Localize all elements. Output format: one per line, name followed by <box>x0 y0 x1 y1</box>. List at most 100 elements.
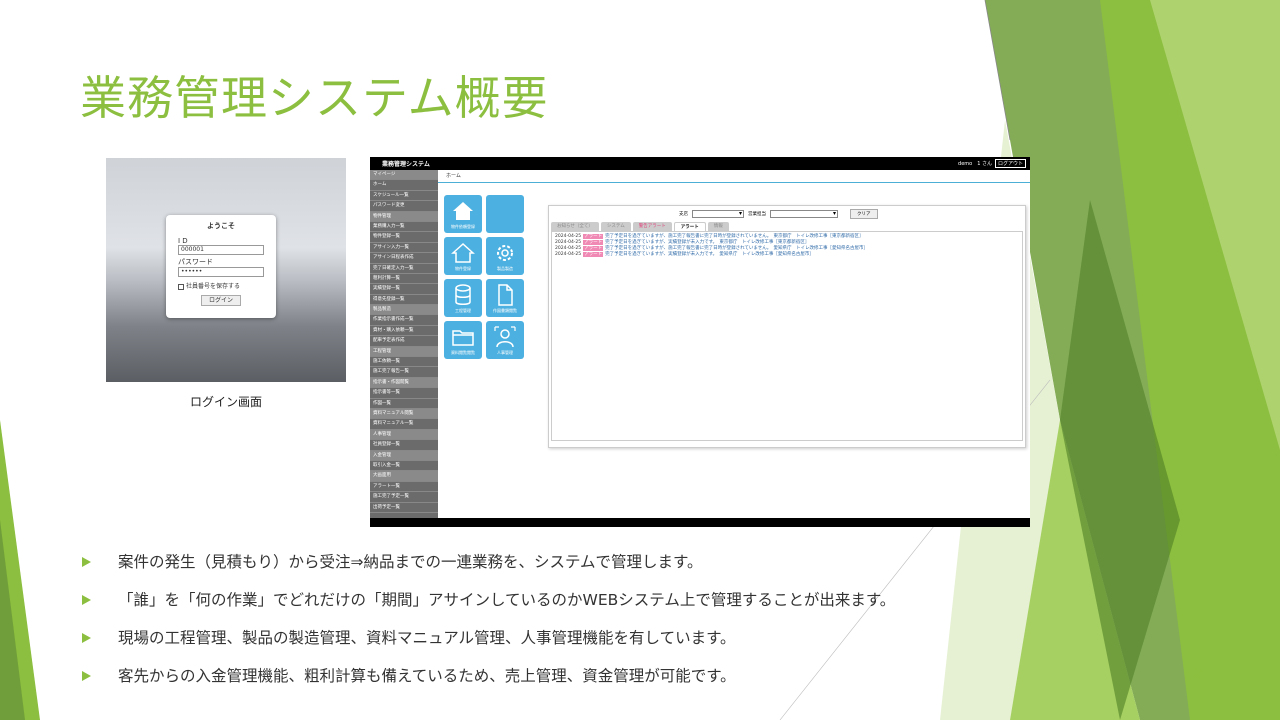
page-number: 2 <box>1193 664 1204 683</box>
sidebar-item[interactable]: 施工依頼一覧 <box>370 357 438 368</box>
sidebar-item[interactable]: 入金管理 <box>370 450 438 461</box>
sidebar-item[interactable]: 物件登録一覧 <box>370 232 438 243</box>
sidebar-item[interactable]: 指示書・作図閲覧 <box>370 377 438 389</box>
sidebar-item[interactable]: 実績登録一覧 <box>370 284 438 295</box>
notice-panel: 支店 営業担当 クリア お知らせ（全て）システム警告アラートアラート情報 202… <box>548 205 1026 448</box>
sidebar-item[interactable]: アサイン日程表作成 <box>370 253 438 264</box>
alert-tag: アラート <box>583 246 604 251</box>
app-name: 業務管理システム <box>382 161 430 168</box>
sidebar-item[interactable]: 大画面用 <box>370 471 438 482</box>
slide-title: 業務管理システム概要 <box>80 71 549 125</box>
alert-date: 2024-04-25 <box>555 252 582 257</box>
bullet-text: 案件の発生（見積もり）から受注⇒納品までの一連業務を、システムで管理します。 <box>118 553 703 571</box>
branch-label: 支店 <box>679 212 688 217</box>
clear-button[interactable]: クリア <box>850 209 878 219</box>
sidebar-item[interactable]: 製品製造 <box>370 305 438 316</box>
alert-tag: アラート <box>583 240 604 245</box>
tile-folder[interactable]: 資料閲覧閲覧 <box>444 321 482 359</box>
tile-label: 工程管理 <box>455 308 471 313</box>
user-info: demo 1 さん ログアウト <box>958 159 1026 168</box>
tab-bar: お知らせ（全て） システム 警告アラート アラート 情報 <box>551 222 729 231</box>
sidebar-item[interactable]: 完了日確定入力一覧 <box>370 264 438 274</box>
sidebar-item[interactable]: 工程管理 <box>370 346 438 358</box>
tile-blank[interactable] <box>486 195 524 233</box>
blank-icon <box>493 199 517 223</box>
user-name: demo 1 さん <box>958 161 992 167</box>
sidebar-item[interactable]: 粗利計算一覧 <box>370 274 438 285</box>
checkbox-icon[interactable] <box>178 283 184 290</box>
sales-select[interactable] <box>770 210 838 218</box>
tile-database[interactable]: 工程管理 <box>444 279 482 317</box>
sidebar-item[interactable]: 指示書等一覧 <box>370 388 438 399</box>
bullet-item: 客先からの入金管理機能、粗利計算も備えているため、売上管理、資金管理が可能です。 <box>82 666 1062 704</box>
tile-label: 製品製造 <box>497 266 513 271</box>
tile-home[interactable]: 物件依頼登録 <box>444 195 482 233</box>
sidebar-item[interactable]: 業務購入力一覧 <box>370 222 438 233</box>
app-header: 業務管理システム demo 1 さん ログアウト <box>370 157 1030 170</box>
login-caption: ログイン画面 <box>189 395 262 409</box>
sidebar-item[interactable]: 得意先登録一覧 <box>370 295 438 306</box>
sidebar-item[interactable]: 作図一覧 <box>370 399 438 409</box>
password-field[interactable]: •••••• <box>178 267 264 277</box>
sidebar-item[interactable]: 物件管理 <box>370 211 438 222</box>
tile-label: 物件登録 <box>455 266 471 271</box>
sidebar-item[interactable]: 資材・購入依頼一覧 <box>370 326 438 337</box>
alert-message[interactable]: 完了予定日を過ぎていますが、施工完了報告書に完了日時が登録されていません。 東京… <box>605 234 863 239</box>
alert-message[interactable]: 完了予定日を過ぎていますが、実績登録が未入力です。 東京都庁 トイレ改修工事［東… <box>605 240 809 245</box>
filter-bar: 支店 営業担当 クリア <box>679 209 878 219</box>
sidebar-item[interactable]: ホーム <box>370 180 438 191</box>
sidebar-item[interactable]: 施工完了報告一覧 <box>370 367 438 378</box>
bullet-arrow-icon <box>82 633 91 643</box>
breadcrumb[interactable]: ホーム <box>438 170 1030 183</box>
sidebar-item[interactable]: アラート一覧 <box>370 482 438 493</box>
branch-select[interactable] <box>692 210 744 218</box>
database-icon <box>455 284 471 305</box>
tab[interactable]: 情報 <box>707 222 729 231</box>
sidebar-item[interactable]: 資料マニュアル閲覧 <box>370 408 438 420</box>
password-label: パスワード <box>178 258 213 266</box>
sidebar: マイページ ホーム スケジュール一覧 パスワード変更 物件管理 業務購入力一覧 物件登録一覧… <box>370 170 438 518</box>
sidebar-item[interactable]: アサイン入力一覧 <box>370 243 438 254</box>
tile-document[interactable]: 作図書類閲覧 <box>486 279 524 317</box>
alert-message[interactable]: 完了予定日を過ぎていますが、実績登録が未入力です。 愛知県庁 トイレ改修工事［愛… <box>605 252 814 257</box>
sidebar-item[interactable]: 作業指示書作成一覧 <box>370 315 438 326</box>
tile-gear[interactable]: 製品製造 <box>486 237 524 275</box>
sidebar-item[interactable]: 施工完了予定一覧 <box>370 492 438 503</box>
tile-label: 物件依頼登録 <box>451 224 475 229</box>
tab[interactable]: システム <box>600 222 631 231</box>
sidebar-item[interactable]: パスワード変更 <box>370 201 438 212</box>
alert-list: 2024-04-25 アラート 完了予定日を過ぎていますが、施工完了報告書に完了日時… <box>551 231 1023 441</box>
tile-label: 人事管理 <box>497 350 513 355</box>
tab[interactable]: 警告アラート <box>632 222 672 231</box>
bullet-arrow-icon <box>82 671 91 681</box>
alert-message[interactable]: 完了予定日を過ぎていますが、施工完了報告書に完了日時が登録されていません。 愛知… <box>605 246 868 251</box>
logout-button[interactable]: ログアウト <box>994 159 1026 168</box>
tile-house-outline[interactable]: 物件登録 <box>444 237 482 275</box>
folder-icon <box>452 330 474 346</box>
house-outline-icon <box>451 242 475 263</box>
sidebar-item[interactable]: 配車予定表作成 <box>370 336 438 347</box>
bullet-arrow-icon <box>82 595 91 605</box>
login-button[interactable]: ログイン <box>201 295 241 306</box>
sidebar-item[interactable]: マイページ <box>370 170 438 181</box>
alert-row: 2024-04-25 アラート 完了予定日を過ぎていますが、実績登録が未入力です。 … <box>555 252 1019 258</box>
tab[interactable]: お知らせ（全て） <box>551 222 599 231</box>
save-id-checkbox[interactable]: 社員番号を保存する <box>178 281 264 290</box>
home-icon <box>453 202 473 220</box>
id-field[interactable]: 000001 <box>178 245 264 255</box>
sidebar-item[interactable]: スケジュール一覧 <box>370 191 438 202</box>
sales-label: 営業担当 <box>748 212 766 217</box>
sidebar-item[interactable]: 人事管理 <box>370 429 438 441</box>
tile-person[interactable]: 人事管理 <box>486 321 524 359</box>
sidebar-item[interactable]: 取引入金一覧 <box>370 461 438 472</box>
login-dialog: ようこそ I D 000001 パスワード •••••• 社員番号を保存する ロ… <box>166 215 276 318</box>
person-icon <box>494 326 516 348</box>
sidebar-item[interactable]: 社員登録一覧 <box>370 440 438 451</box>
document-icon <box>498 284 513 306</box>
sidebar-item[interactable]: 出荷予定一覧 <box>370 503 438 513</box>
tab[interactable]: アラート <box>673 222 706 231</box>
login-screenshot: ようこそ I D 000001 パスワード •••••• 社員番号を保存する ロ… <box>106 158 346 382</box>
welcome-text: ようこそ <box>207 222 235 230</box>
bullet-item: 現場の工程管理、製品の製造管理、資料マニュアル管理、人事管理機能を有しています。 <box>82 628 1062 666</box>
sidebar-item[interactable]: 資料マニュアル一覧 <box>370 419 438 430</box>
